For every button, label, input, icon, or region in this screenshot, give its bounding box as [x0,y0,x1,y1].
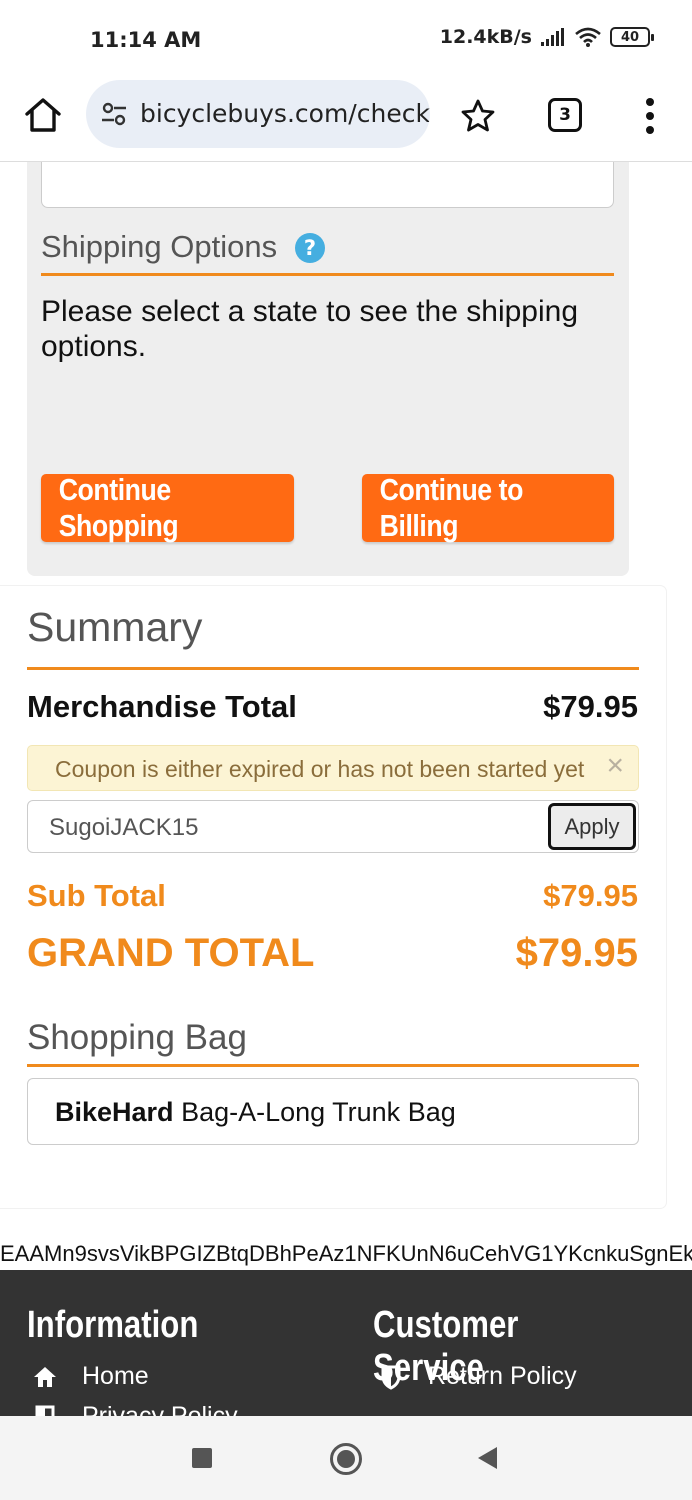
footer-link-privacy[interactable]: Privacy Policy [30,1402,238,1416]
grand-total-label: GRAND TOTAL [27,931,315,975]
status-time: 11:14 AM [90,28,202,52]
continue-shopping-label: Continue Shopping [58,472,179,543]
continue-billing-label: Continue to Billing [379,472,524,543]
close-icon[interactable]: × [606,751,624,781]
address-bar[interactable]: bicyclebuys.com/checkout [86,80,430,148]
shipping-options-heading: Shipping Options [41,229,278,264]
bag-item-brand: BikeHard [55,1097,174,1127]
apply-button[interactable]: Apply [548,803,636,850]
footer-link-home[interactable]: Home [30,1362,149,1391]
recents-icon[interactable] [192,1448,212,1468]
subtotal-label: Sub Total [27,878,166,913]
shipping-panel: Shipping Options ? Please select a state… [27,162,629,576]
home-icon[interactable] [22,94,64,136]
subtotal-value: $79.95 [543,878,638,913]
divider [27,1064,639,1067]
bag-item-name: Bag-A-Long Trunk Bag [181,1097,456,1127]
shipping-message: Please select a state to see the shippin… [41,295,579,363]
footer-link-label: Home [82,1362,149,1390]
shield-icon [376,1364,406,1390]
alert-message: Coupon is either expired or has not been… [55,756,585,782]
help-icon[interactable]: ? [295,233,325,263]
coupon-alert: Coupon is either expired or has not been… [27,745,639,791]
shield-icon [30,1404,60,1416]
continue-shopping-button[interactable]: Continue Shopping [41,472,294,543]
tabs-icon[interactable]: 3 [548,98,582,132]
home-nav-icon[interactable] [330,1443,362,1475]
information-heading: Information [27,1304,236,1347]
information-heading-text: Information [27,1304,199,1346]
system-nav-bar [0,1416,692,1500]
site-footer: Information Customer Service Home Privac… [0,1270,692,1416]
more-vert-icon[interactable] [640,94,660,138]
network-speed: 12.4kB/s [439,26,532,48]
wifi-icon [575,27,601,47]
divider [41,273,614,276]
back-icon[interactable] [478,1447,497,1469]
grand-total-value: $79.95 [515,931,638,975]
shopping-bag-heading: Shopping Bag [27,1018,247,1057]
merchandise-total-label: Merchandise Total [27,689,297,724]
merchandise-total-value: $79.95 [543,689,638,724]
summary-heading: Summary [27,604,203,650]
status-bar: 11:14 AM 12.4kB/s 40 [0,0,692,80]
site-settings-icon[interactable] [100,100,128,128]
footer-link-label: Privacy Policy [82,1402,238,1416]
token-text: EAAMn9svsVikBPGIZBtqDBhPeAz1NFKUnN6uCehV… [0,1241,692,1266]
continue-to-billing-button[interactable]: Continue to Billing [362,472,614,543]
footer-link-return[interactable]: Return Policy [376,1362,577,1391]
coupon-input[interactable]: SugoiJACK15 [49,814,198,842]
url-text[interactable]: bicyclebuys.com/checkout [140,99,430,128]
address-field[interactable] [41,162,614,208]
footer-link-label: Return Policy [428,1362,577,1390]
bag-item[interactable]: BikeHard Bag-A-Long Trunk Bag [27,1078,639,1145]
battery-icon: 40 [610,27,654,47]
status-indicators: 12.4kB/s 40 [439,26,654,48]
signal-icon [541,28,564,46]
coupon-field[interactable]: SugoiJACK15 Apply [27,800,639,853]
order-summary: Summary Merchandise Total $79.95 Coupon … [0,586,666,1208]
bag-item-title[interactable]: BikeHard Bag-A-Long Trunk Bag [55,1097,456,1128]
home-icon [30,1364,60,1390]
star-icon[interactable] [458,96,498,136]
divider [27,667,639,670]
browser-toolbar: bicyclebuys.com/checkout 3 [0,80,692,162]
